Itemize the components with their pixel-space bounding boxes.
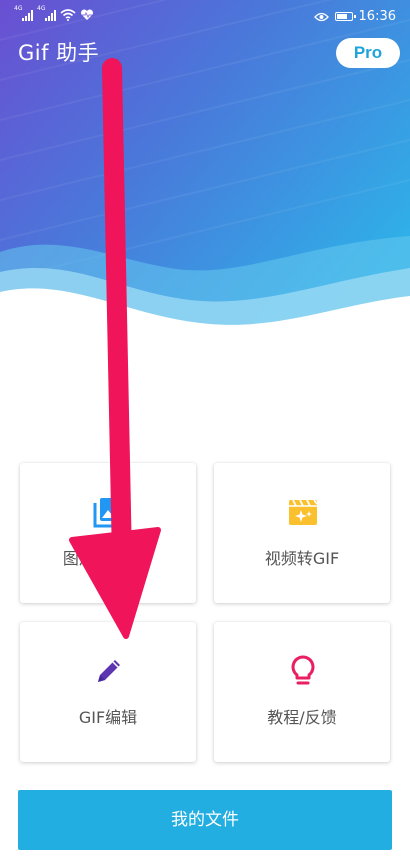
status-time: 16:36 xyxy=(358,9,396,24)
card-images-to-gif[interactable]: 图片合成GIF xyxy=(20,463,196,603)
signal-icon: 4G xyxy=(14,5,33,21)
status-right: 16:36 xyxy=(313,9,396,24)
signal-icon: 4G xyxy=(37,5,56,21)
status-bar: 4G 4G 16:36 xyxy=(0,0,410,34)
my-files-button[interactable]: 我的文件 xyxy=(18,790,392,850)
lightbulb-icon xyxy=(291,655,315,685)
battery-icon xyxy=(334,12,356,21)
card-label: GIF编辑 xyxy=(78,708,138,727)
status-left: 4G 4G xyxy=(14,5,94,21)
heart-rate-icon xyxy=(80,9,94,20)
app-title: Gif 助手 xyxy=(18,41,100,65)
card-tutorial-feedback[interactable]: 教程/反馈 xyxy=(214,622,390,762)
eye-comfort-icon xyxy=(313,12,329,21)
card-label: 视频转GIF xyxy=(264,549,340,568)
wifi-icon xyxy=(60,9,76,21)
pencil-icon xyxy=(98,660,120,682)
card-label: 图片合成GIF xyxy=(62,549,154,568)
card-video-to-gif[interactable]: 视频转GIF xyxy=(214,463,390,603)
pro-button[interactable]: Pro xyxy=(336,38,400,68)
clapperboard-sparkle-icon xyxy=(289,499,318,525)
network-type-label: 4G xyxy=(14,5,23,12)
network-type-label: 4G xyxy=(37,5,46,12)
card-label: 教程/反馈 xyxy=(267,708,337,727)
image-stack-icon xyxy=(93,498,123,528)
card-gif-edit[interactable]: GIF编辑 xyxy=(20,622,196,762)
